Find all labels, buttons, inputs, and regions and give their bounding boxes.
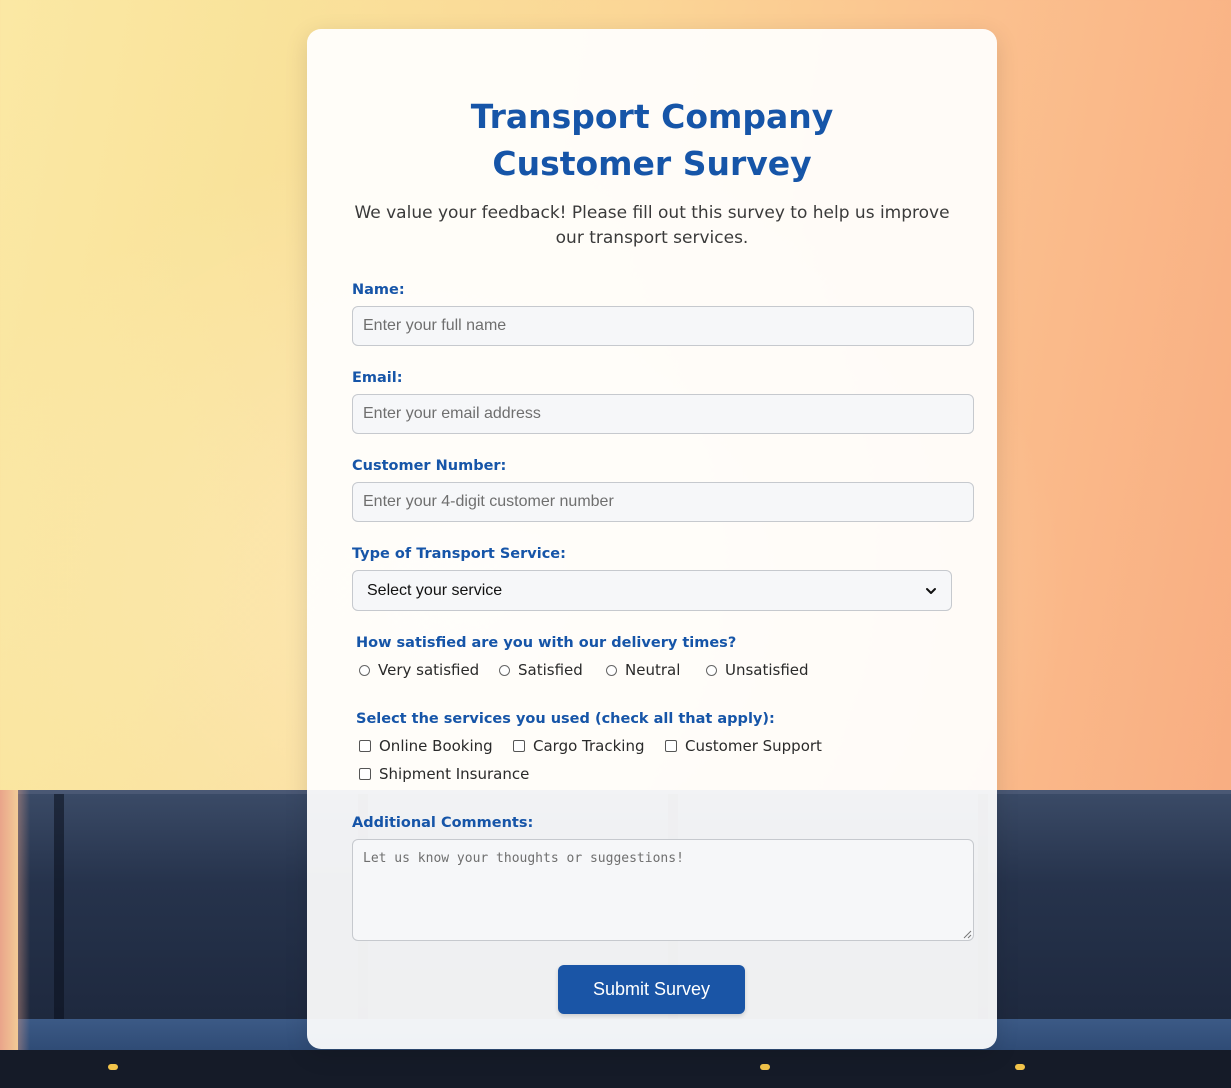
checkbox[interactable]	[665, 740, 677, 752]
service-type-label: Type of Transport Service:	[352, 546, 566, 562]
trailer-light	[1015, 1064, 1025, 1070]
option-label: Satisfied	[518, 661, 583, 679]
service-used-option[interactable]: Shipment Insurance	[359, 765, 529, 783]
option-label: Cargo Tracking	[533, 737, 645, 755]
page-title: Transport Company Customer Survey	[470, 97, 834, 183]
intro-text: We value your feedback! Please fill out …	[354, 203, 950, 248]
option-label: Shipment Insurance	[379, 765, 530, 783]
radio-button[interactable]	[606, 664, 617, 676]
radio-button[interactable]	[359, 664, 370, 676]
resize-grip-icon[interactable]	[962, 929, 972, 939]
chevron-down-icon	[926, 587, 936, 594]
satisfaction-question: How satisfied are you with our delivery …	[356, 635, 737, 651]
option-label: Customer Support	[685, 737, 822, 755]
satisfaction-option[interactable]: Unsatisfied	[706, 661, 809, 679]
checkbox[interactable]	[513, 740, 525, 752]
comments-textarea[interactable]	[352, 839, 974, 941]
option-label: Online Booking	[379, 737, 493, 755]
customer-number-input[interactable]	[352, 482, 974, 522]
name-input[interactable]	[352, 306, 974, 346]
service-used-option[interactable]: Online Booking	[359, 737, 493, 755]
service-type-select[interactable]: Select your service	[352, 570, 952, 611]
service-type-selected-value: Select your service	[367, 581, 503, 599]
trailer-light	[108, 1064, 118, 1070]
customer-number-label: Customer Number:	[352, 458, 507, 474]
radio-button[interactable]	[499, 664, 510, 676]
comments-label: Additional Comments:	[352, 815, 534, 831]
checkbox[interactable]	[359, 768, 371, 780]
submit-button[interactable]: Submit Survey	[558, 965, 745, 1014]
option-label: Very satisfied	[378, 661, 480, 679]
survey-card: Transport Company Customer Survey We val…	[307, 29, 997, 1049]
services-used-question: Select the services you used (check all …	[356, 711, 775, 727]
service-used-option[interactable]: Cargo Tracking	[513, 737, 644, 755]
email-label: Email:	[352, 370, 403, 386]
radio-button[interactable]	[706, 664, 717, 676]
checkbox[interactable]	[359, 740, 371, 752]
satisfaction-option[interactable]: Neutral	[606, 661, 680, 679]
background-ground	[0, 1050, 1231, 1088]
name-label: Name:	[352, 282, 405, 298]
option-label: Neutral	[625, 661, 681, 679]
satisfaction-option[interactable]: Very satisfied	[359, 661, 479, 679]
background-edge-fade	[0, 790, 30, 1088]
option-label: Unsatisfied	[725, 661, 809, 679]
trailer-light	[760, 1064, 770, 1070]
email-input[interactable]	[352, 394, 974, 434]
satisfaction-option[interactable]: Satisfied	[499, 661, 583, 679]
service-used-option[interactable]: Customer Support	[665, 737, 822, 755]
